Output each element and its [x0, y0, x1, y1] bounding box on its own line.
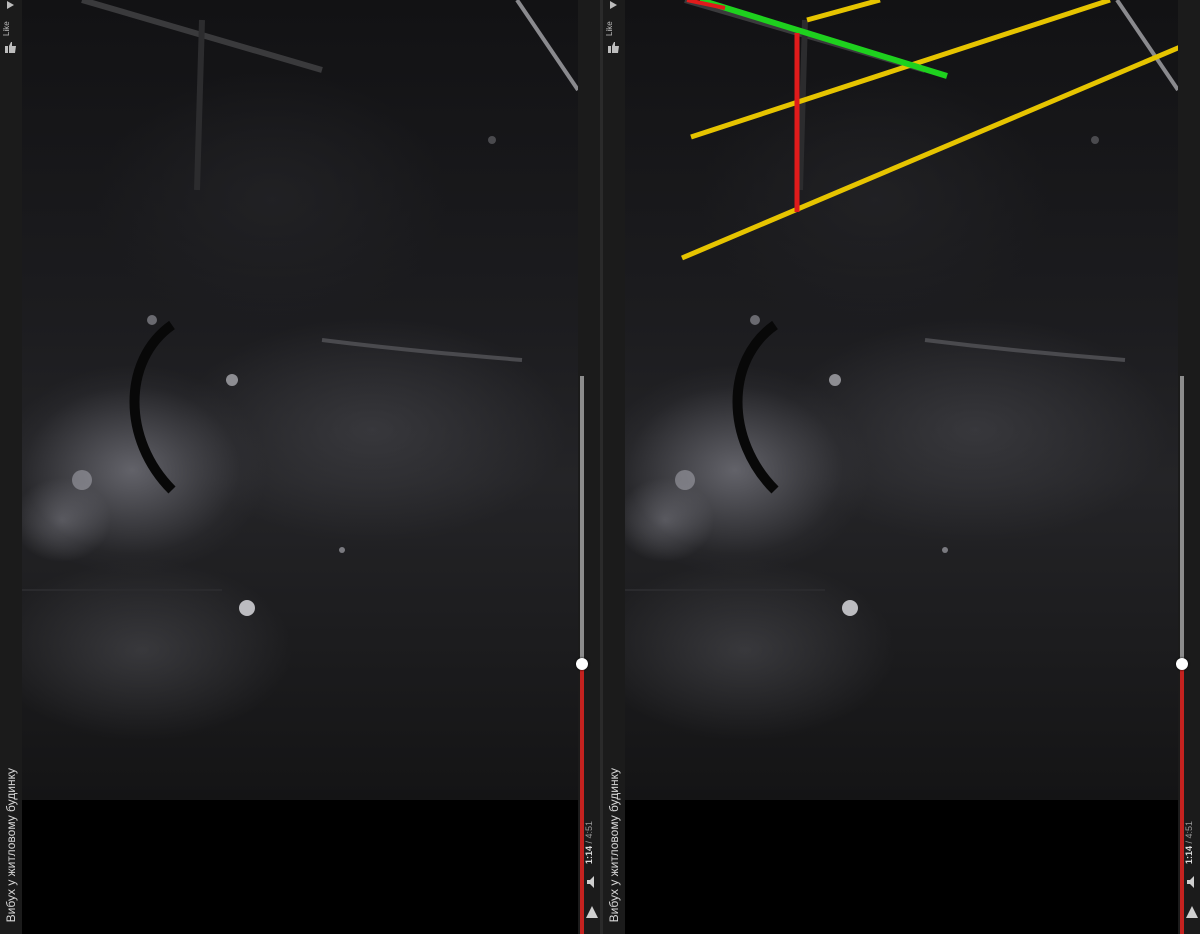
play-icon[interactable] — [586, 906, 598, 918]
time-total: 4:51 — [584, 820, 594, 839]
thumbs-up-icon[interactable] — [5, 42, 16, 53]
video-title[interactable]: Вибух у житловому будинку — [4, 768, 18, 922]
player-control-bar: 1:14 / 4:51 — [576, 0, 600, 934]
video-info-strip: Like Вибух у житловому будинку — [0, 0, 22, 934]
time-display: 1:14 / 4:51 — [584, 821, 594, 864]
annotation-yellow-line-bottom — [681, 45, 1178, 261]
volume-icon[interactable] — [587, 876, 597, 888]
volume-icon[interactable] — [1187, 876, 1197, 888]
time-current: 1:14 — [584, 845, 594, 864]
video-scene — [625, 0, 1178, 616]
play-icon[interactable] — [1186, 906, 1198, 918]
annotation-yellow-line-top — [806, 0, 881, 23]
video-frame[interactable] — [22, 0, 578, 800]
seek-bar-played — [1180, 663, 1184, 934]
annotation-green-line — [699, 0, 948, 79]
video-panel-annotated: Like Вибух у житловому будинку 1:14 / 4:… — [603, 0, 1200, 934]
time-total: 4:51 — [1184, 820, 1194, 839]
seek-handle[interactable] — [1176, 657, 1188, 670]
like-label[interactable]: Like — [2, 21, 11, 36]
video-title[interactable]: Вибух у житловому будинку — [607, 768, 621, 922]
share-icon[interactable] — [608, 0, 619, 10]
like-label[interactable]: Like — [605, 21, 614, 36]
seek-bar-played — [580, 663, 584, 934]
time-separator: / — [584, 838, 594, 846]
video-scene — [22, 0, 578, 616]
video-letterbox — [625, 800, 1178, 934]
player-control-bar: 1:14 / 4:51 — [1176, 0, 1200, 934]
time-current: 1:14 — [1184, 845, 1194, 864]
video-frame[interactable] — [625, 0, 1178, 800]
time-display: 1:14 / 4:51 — [1184, 821, 1194, 864]
share-icon[interactable] — [5, 0, 16, 10]
thumbs-up-icon[interactable] — [608, 42, 619, 53]
video-info-strip: Like Вибух у житловому будинку — [603, 0, 625, 934]
video-panel-original: Like Вибух у житловому будинку 1:14 / 4:… — [0, 0, 600, 934]
time-separator: / — [1184, 838, 1194, 846]
video-letterbox — [22, 800, 578, 934]
seek-handle[interactable] — [576, 657, 588, 670]
